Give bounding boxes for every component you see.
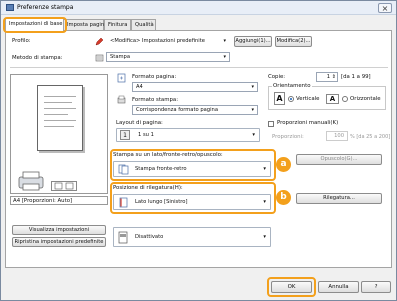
portrait-icon: A: [274, 92, 285, 105]
page-size-select[interactable]: A4 ▾: [132, 82, 258, 92]
preview-caption: A4 [Proporzioni: Auto]: [10, 196, 108, 205]
binding-icon: [118, 197, 129, 208]
callout-badge-b: b: [276, 190, 291, 205]
duplex-preview-icon: [51, 181, 77, 191]
add-profile-button[interactable]: Aggiungi(1)...: [234, 36, 272, 47]
print-method-select[interactable]: Stampa ▾: [106, 52, 230, 62]
layout-select[interactable]: 1 1 su 1 ▾: [116, 128, 260, 142]
page-size-label: Formato pagina:: [132, 74, 177, 80]
binding-button[interactable]: Rilegatura...: [296, 193, 382, 204]
page-size-icon: [117, 73, 126, 83]
horizontal-radio[interactable]: [342, 96, 348, 102]
scale-range: % [da 25 a 200]: [350, 134, 391, 140]
print-method-value: Stampa: [110, 54, 131, 60]
title-bar: Preferenze stampa ×: [1, 1, 396, 15]
output-size-icon: [117, 95, 126, 105]
preview-page: [37, 85, 83, 151]
scale-value: 100: [334, 133, 344, 139]
orientation-label: Orientamento: [272, 83, 312, 89]
color-mode-select[interactable]: Disattivato ▾: [113, 227, 271, 247]
edit-profile-button[interactable]: Modifica(2)...: [275, 36, 312, 47]
chevron-down-icon: ▾: [252, 132, 255, 138]
restore-defaults-button[interactable]: Ripristina impostazioni predefinite: [12, 237, 106, 247]
printer-icon: [17, 170, 45, 192]
horizontal-label: Orizzontale: [350, 96, 381, 102]
chevron-down-icon: ▾: [263, 166, 266, 172]
output-size-label: Formato stampa:: [132, 97, 179, 103]
profile-label: Profilo:: [12, 38, 31, 44]
close-button[interactable]: ×: [378, 3, 392, 13]
profile-value: <Modifica> Impostazioni predefinite: [110, 38, 205, 44]
print-method-label: Metodo di stampa:: [12, 55, 63, 61]
chevron-down-icon: ▾: [263, 234, 266, 240]
manual-scale-label: Proporzioni manuali(K): [277, 120, 339, 126]
print-preferences-window: Preferenze stampa × Impostazioni di base…: [0, 0, 397, 301]
copies-value: 1: [326, 74, 330, 80]
printer-icon: [6, 4, 14, 11]
tab-basic-settings[interactable]: Impostazioni di base: [5, 18, 64, 31]
vertical-radio[interactable]: [288, 96, 294, 102]
duplex-label: Stampa su un lato/fronte-retro/opuscolo:: [113, 152, 223, 158]
duplex-value: Stampa fronte-retro: [135, 166, 187, 172]
profile-select[interactable]: <Modifica> Impostazioni predefinite ▾: [106, 36, 230, 46]
window-title: Preferenze stampa: [17, 4, 74, 11]
color-mode-icon: [118, 231, 129, 244]
layout-icon: 1: [120, 130, 130, 140]
vertical-label: Verticale: [296, 96, 320, 102]
chevron-down-icon: ▾: [263, 199, 266, 205]
duplex-select[interactable]: Stampa fronte-retro ▾: [113, 161, 271, 177]
page-size-value: A4: [136, 84, 143, 90]
binding-select[interactable]: Lato lungo [Sinistro] ▾: [113, 194, 271, 210]
layout-label: Layout di pagina:: [116, 120, 163, 126]
copies-input[interactable]: 1 ⇕: [316, 72, 338, 82]
help-button[interactable]: ?: [361, 281, 391, 293]
color-mode-value: Disattivato: [135, 234, 164, 240]
landscape-icon: A: [326, 94, 339, 104]
layout-value: 1 su 1: [138, 132, 154, 138]
duplex-icon: [118, 164, 129, 175]
copies-label: Copie:: [268, 74, 286, 80]
settings-panel: Profilo: <Modifica> Impostazioni predefi…: [5, 30, 392, 268]
binding-label: Posizione di rilegatura(H):: [113, 185, 183, 191]
cancel-button[interactable]: Annulla: [318, 281, 359, 293]
scale-label: Proporzioni:: [272, 134, 304, 140]
scale-input[interactable]: 100: [326, 131, 348, 141]
chevron-down-icon: ▾: [251, 84, 254, 90]
chevron-down-icon: ▾: [223, 38, 226, 44]
divider: [10, 67, 388, 68]
chevron-down-icon: ▾: [223, 54, 226, 60]
booklet-button[interactable]: Opuscolo(G)...: [296, 154, 382, 165]
ok-button[interactable]: OK: [271, 281, 312, 293]
binding-value: Lato lungo [Sinistro]: [135, 199, 188, 205]
callout-badge-a: a: [276, 157, 291, 172]
output-size-select[interactable]: Corrispondenza formato pagina ▾: [132, 105, 258, 115]
print-method-icon: [95, 53, 104, 62]
copies-range: [da 1 a 99]: [341, 74, 371, 80]
view-settings-button[interactable]: Visualizza impostazioni: [12, 225, 106, 235]
pencil-icon: [95, 37, 104, 46]
chevron-down-icon: ▾: [251, 107, 254, 113]
page-preview: [10, 74, 108, 194]
output-size-value: Corrispondenza formato pagina: [136, 107, 218, 113]
spinner-icon[interactable]: ⇕: [332, 74, 336, 80]
manual-scale-checkbox[interactable]: [268, 121, 274, 127]
